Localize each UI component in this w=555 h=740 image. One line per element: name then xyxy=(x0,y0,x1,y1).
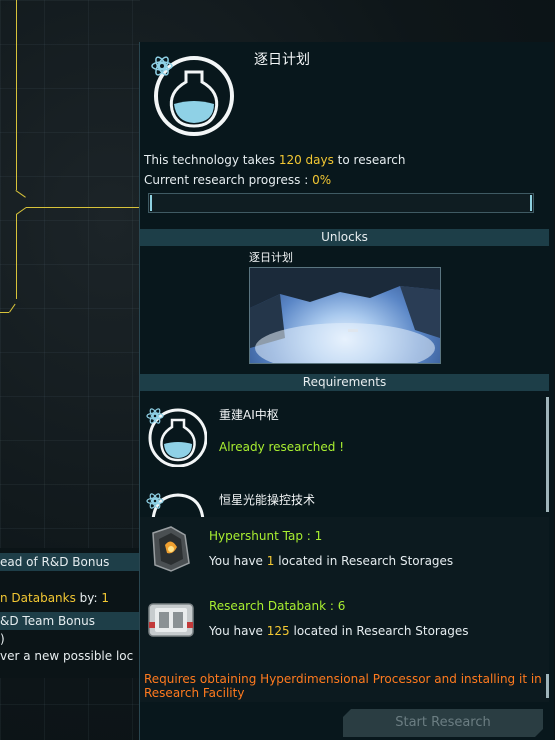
requirements-scrollbar[interactable] xyxy=(546,397,549,512)
flask-icon xyxy=(151,56,234,136)
team-bonus-line: ) xyxy=(0,632,5,646)
start-research-button[interactable]: Start Research xyxy=(343,709,543,737)
requirement-status: Already researched ! xyxy=(219,440,345,454)
requirement-name: 重建AI中枢 xyxy=(219,408,279,422)
research-duration: This technology takes 120 days to resear… xyxy=(144,153,406,167)
resource-name: Research Databank : 6 xyxy=(209,599,346,613)
unlock-item-image[interactable] xyxy=(249,267,441,364)
databanks-by: by: xyxy=(75,591,102,605)
connector-line xyxy=(26,207,140,208)
unlock-image-art xyxy=(250,268,440,363)
research-progress-bar xyxy=(148,193,534,213)
connector-line xyxy=(16,0,17,190)
flask-icon xyxy=(146,408,207,467)
progress-value: 0% xyxy=(312,173,332,187)
resource-have-value: 125 xyxy=(266,624,290,638)
rd-bonus-panel: ead of R&D Bonus n Databanks by: 1 &D Te… xyxy=(0,548,140,678)
hypershunt-tap-icon xyxy=(152,526,190,572)
tech-title: 逐日计划 xyxy=(254,52,310,68)
warning-scrollbar[interactable] xyxy=(546,674,549,698)
rd-bonus-header: ead of R&D Bonus xyxy=(0,553,140,571)
research-days: 120 days xyxy=(278,153,334,167)
unlocks-header: Unlocks xyxy=(140,229,549,246)
unlock-item-name: 逐日计划 xyxy=(249,251,293,264)
connector-line xyxy=(0,312,9,313)
requirements-header: Requirements xyxy=(140,374,549,391)
rd-team-bonus-header: &D Team Bonus xyxy=(0,612,140,630)
databanks-label: n Databanks xyxy=(0,591,76,605)
requirement-warning: Requires obtaining Hyperdimensional Proc… xyxy=(144,672,542,700)
connector-line xyxy=(16,214,17,299)
resource-have: You have 125 located in Research Storage… xyxy=(209,624,469,638)
progress-cap-right xyxy=(530,195,532,211)
databanks-value: 1 xyxy=(101,591,110,605)
research-progress-text: Current research progress : 0% xyxy=(144,173,332,187)
flask-icon xyxy=(146,493,205,518)
resource-name: Hypershunt Tap : 1 xyxy=(209,529,323,543)
discover-text: ver a new possible loc xyxy=(0,649,134,663)
resource-have: You have 1 located in Research Storages xyxy=(209,554,454,568)
research-databank-icon xyxy=(148,603,194,637)
databanks-bonus-line: n Databanks by: 1 xyxy=(0,591,140,605)
requirement-name: 恒星光能操控技术 xyxy=(219,493,316,507)
progress-cap-left xyxy=(150,195,152,211)
